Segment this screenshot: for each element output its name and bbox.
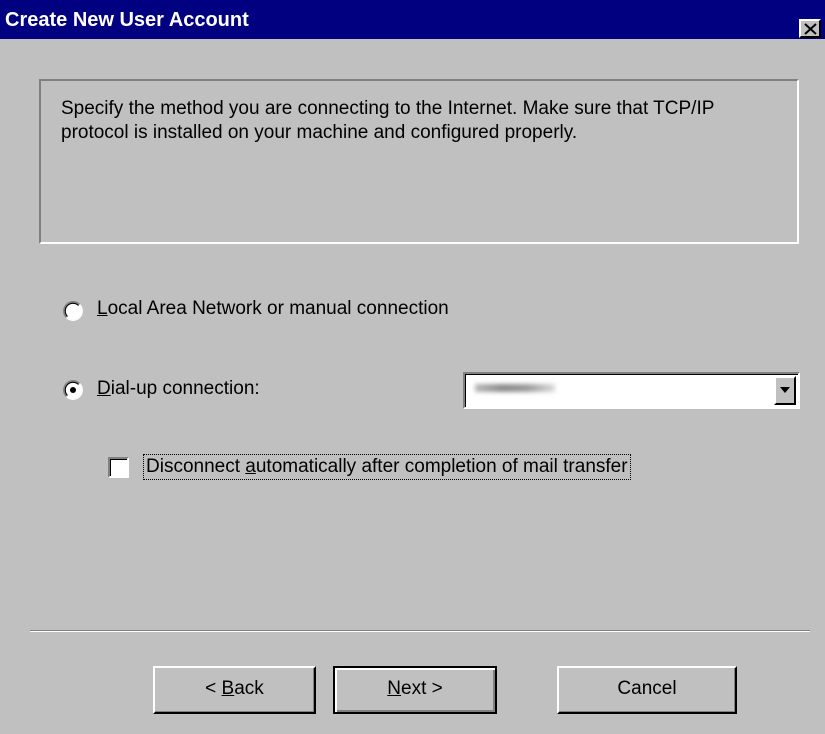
lan-radio-label[interactable]: Local Area Network or manual connection (97, 298, 449, 320)
back-button[interactable]: < Back (153, 666, 316, 714)
dialup-connection-select[interactable] (463, 372, 800, 409)
dialog-title: Create New User Account (5, 9, 249, 31)
lan-radio[interactable] (63, 301, 83, 321)
info-panel: Specify the method you are connecting to… (39, 79, 799, 244)
chevron-down-icon (780, 387, 790, 393)
next-button[interactable]: Next > (333, 666, 497, 714)
close-button[interactable] (799, 19, 821, 38)
create-account-dialog: Create New User Account Specify the meth… (0, 0, 825, 734)
redacted-connection-name (475, 384, 555, 392)
disconnect-checkbox-label[interactable]: Disconnect automatically after completio… (143, 454, 631, 480)
dialup-radio-label[interactable]: Dial-up connection: (97, 378, 260, 400)
info-text: Specify the method you are connecting to… (61, 98, 715, 143)
separator (30, 630, 810, 632)
cancel-button[interactable]: Cancel (557, 666, 737, 714)
disconnect-checkbox[interactable] (108, 457, 129, 478)
dialup-radio[interactable] (63, 380, 83, 400)
title-bar: Create New User Account (0, 0, 825, 39)
close-icon (804, 23, 817, 35)
dropdown-button[interactable] (774, 376, 796, 405)
